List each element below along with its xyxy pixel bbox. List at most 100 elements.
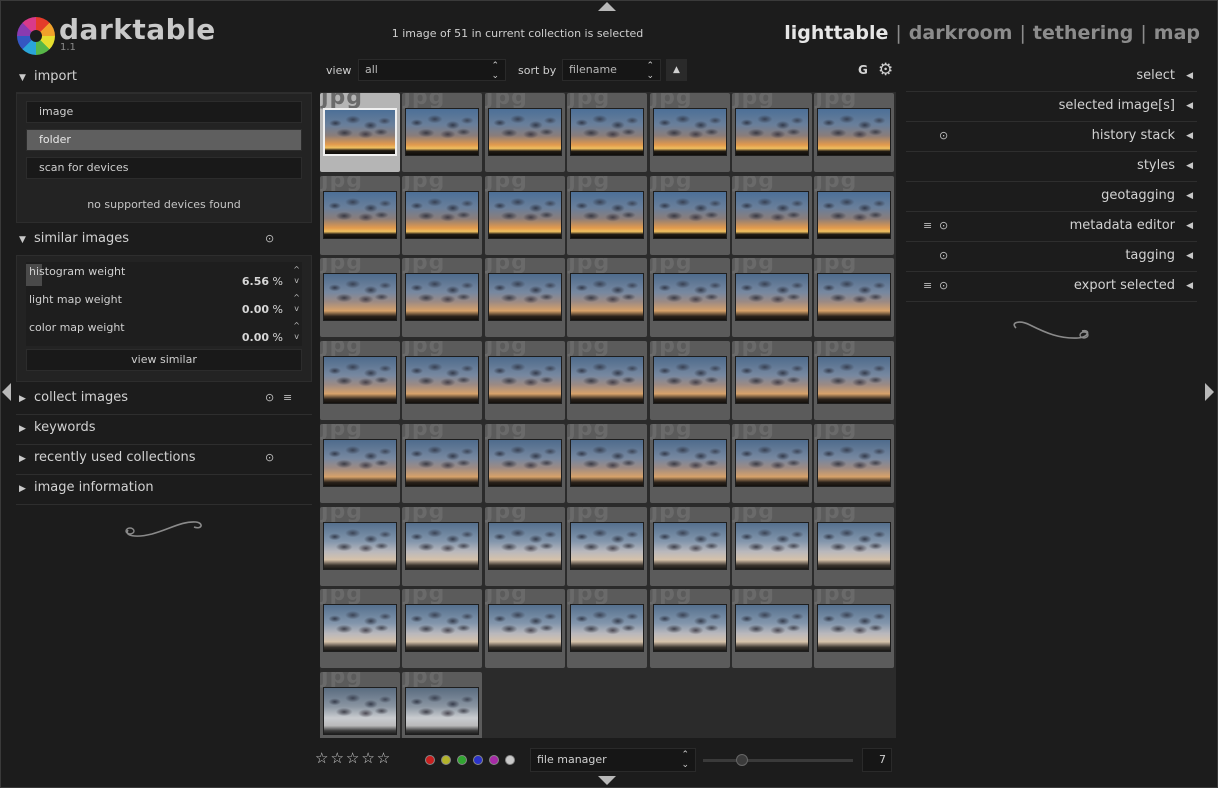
reset-icon[interactable]: ⊙ <box>265 226 274 252</box>
module-select[interactable]: select ◀ <box>906 62 1197 92</box>
stepper-arrows-icon[interactable]: ^ v <box>293 292 300 314</box>
thumbnail[interactable]: jpg <box>814 506 895 586</box>
thumbnail[interactable]: jpg <box>320 93 400 172</box>
thumbnail[interactable]: jpg <box>649 423 730 503</box>
module-metadata-editor[interactable]: ≡ ⊙ metadata editor ◀ <box>906 212 1197 242</box>
module-header-collect-images[interactable]: ▶ collect images ⊙ ≡ <box>16 385 312 415</box>
thumbnail[interactable]: jpg <box>649 175 730 255</box>
toggle-bottom-panel-arrow[interactable] <box>598 776 616 785</box>
thumbnail[interactable]: jpg <box>320 175 400 255</box>
light-map-weight-slider[interactable]: light map weight 0.00 % ^ v <box>26 290 302 318</box>
thumbnail[interactable]: jpg <box>732 341 812 421</box>
reset-icon[interactable]: ⊙ <box>939 272 948 300</box>
reset-icon[interactable]: ⊙ <box>939 122 948 150</box>
thumbnail[interactable]: jpg <box>814 175 895 255</box>
thumbnail[interactable]: jpg <box>649 93 730 172</box>
thumbnail[interactable]: jpg <box>814 258 895 338</box>
thumbnail[interactable]: jpg <box>484 175 565 255</box>
reset-icon[interactable]: ⊙ <box>939 242 948 270</box>
thumbnail[interactable]: jpg <box>402 258 483 338</box>
import-folder-button[interactable]: folder <box>26 129 302 151</box>
thumbnail[interactable]: jpg <box>402 671 483 738</box>
module-geotagging[interactable]: geotagging ◀ <box>906 182 1197 212</box>
view-tethering[interactable]: tethering <box>1033 22 1133 44</box>
module-header-recent-collections[interactable]: ▶ recently used collections ⊙ <box>16 445 312 475</box>
thumbnail[interactable]: jpg <box>732 423 812 503</box>
thumbnail[interactable]: jpg <box>484 589 565 669</box>
thumbnail[interactable]: jpg <box>649 341 730 421</box>
zoom-entry[interactable]: 7 <box>862 748 892 772</box>
presets-icon[interactable]: ≡ <box>283 385 292 411</box>
thumbnail[interactable]: jpg <box>732 93 812 172</box>
thumbnail[interactable]: jpg <box>402 341 483 421</box>
stepper-arrows-icon[interactable]: ^ v <box>293 320 300 342</box>
thumbnail[interactable]: jpg <box>484 341 565 421</box>
toggle-top-panel-arrow[interactable] <box>598 2 616 11</box>
module-tagging[interactable]: ⊙ tagging ◀ <box>906 242 1197 272</box>
sort-order-button[interactable]: ▲ <box>666 59 687 81</box>
module-header-import[interactable]: ▼ import <box>16 64 312 94</box>
green-label-icon[interactable] <box>457 755 467 765</box>
reset-icon[interactable]: ⊙ <box>265 385 274 411</box>
thumbnail[interactable]: jpg <box>814 93 895 172</box>
thumbnail[interactable]: jpg <box>320 671 400 738</box>
module-header-similar-images[interactable]: ▼ similar images ⊙ <box>16 226 312 256</box>
thumbnail[interactable]: jpg <box>402 423 483 503</box>
sort-dropdown[interactable]: filename ⌃ ⌄ <box>562 59 661 81</box>
blue-label-icon[interactable] <box>473 755 483 765</box>
red-label-icon[interactable] <box>425 755 435 765</box>
histogram-weight-slider[interactable]: histogram weight 6.56 % ^ v <box>26 262 302 290</box>
presets-icon[interactable]: ≡ <box>923 212 932 240</box>
thumbnail[interactable]: jpg <box>814 589 895 669</box>
thumbnail[interactable]: jpg <box>402 506 483 586</box>
thumbnail[interactable]: jpg <box>567 258 648 338</box>
thumbnail[interactable]: jpg <box>484 258 565 338</box>
color-map-weight-slider[interactable]: color map weight 0.00 % ^ v <box>26 318 302 346</box>
module-export-selected[interactable]: ≡ ⊙ export selected ◀ <box>906 272 1197 302</box>
module-history-stack[interactable]: ⊙ history stack ◀ <box>906 122 1197 152</box>
thumbnail[interactable]: jpg <box>732 506 812 586</box>
thumbnail[interactable]: jpg <box>567 589 648 669</box>
thumbnail[interactable]: jpg <box>320 341 400 421</box>
view-map[interactable]: map <box>1154 22 1200 44</box>
thumbnail[interactable]: jpg <box>567 93 648 172</box>
layout-dropdown[interactable]: file manager ⌃ ⌄ <box>530 748 696 772</box>
purple-label-icon[interactable] <box>489 755 499 765</box>
thumbnail[interactable]: jpg <box>732 175 812 255</box>
module-header-keywords[interactable]: ▶ keywords <box>16 415 312 445</box>
thumbnail[interactable]: jpg <box>567 506 648 586</box>
thumbnail[interactable]: jpg <box>732 258 812 338</box>
view-lighttable[interactable]: lighttable <box>784 22 888 44</box>
zoom-slider-handle[interactable] <box>736 754 748 766</box>
grouping-button[interactable]: G <box>858 63 868 77</box>
zoom-slider[interactable] <box>703 754 853 766</box>
thumbnail[interactable]: jpg <box>649 258 730 338</box>
star-rating-filter[interactable]: ☆☆☆☆☆ <box>315 749 392 767</box>
thumbnail[interactable]: jpg <box>320 423 400 503</box>
thumbnail[interactable]: jpg <box>484 506 565 586</box>
toggle-right-panel-arrow[interactable] <box>1205 383 1214 401</box>
reset-icon[interactable]: ⊙ <box>939 212 948 240</box>
thumbnail[interactable]: jpg <box>814 341 895 421</box>
scan-devices-button[interactable]: scan for devices <box>26 157 302 179</box>
toggle-left-panel-arrow[interactable] <box>2 383 11 401</box>
thumbnail[interactable]: jpg <box>649 506 730 586</box>
thumbnail[interactable]: jpg <box>567 423 648 503</box>
thumbnail[interactable]: jpg <box>402 175 483 255</box>
gear-icon[interactable]: ⚙ <box>878 60 893 80</box>
thumbnail[interactable]: jpg <box>484 423 565 503</box>
thumbnail[interactable]: jpg <box>649 589 730 669</box>
view-similar-button[interactable]: view similar <box>26 349 302 371</box>
thumbnail[interactable]: jpg <box>320 258 400 338</box>
thumbnail[interactable]: jpg <box>814 423 895 503</box>
view-darkroom[interactable]: darkroom <box>909 22 1013 44</box>
thumbnail[interactable]: jpg <box>402 589 483 669</box>
module-header-image-information[interactable]: ▶ image information <box>16 475 312 505</box>
gray-label-icon[interactable] <box>505 755 515 765</box>
thumbnail[interactable]: jpg <box>732 589 812 669</box>
thumbnail[interactable]: jpg <box>567 175 648 255</box>
module-styles[interactable]: styles ◀ <box>906 152 1197 182</box>
view-filter-dropdown[interactable]: all ⌃ ⌄ <box>358 59 506 81</box>
thumbnail[interactable]: jpg <box>320 589 400 669</box>
module-selected-images[interactable]: selected image[s] ◀ <box>906 92 1197 122</box>
